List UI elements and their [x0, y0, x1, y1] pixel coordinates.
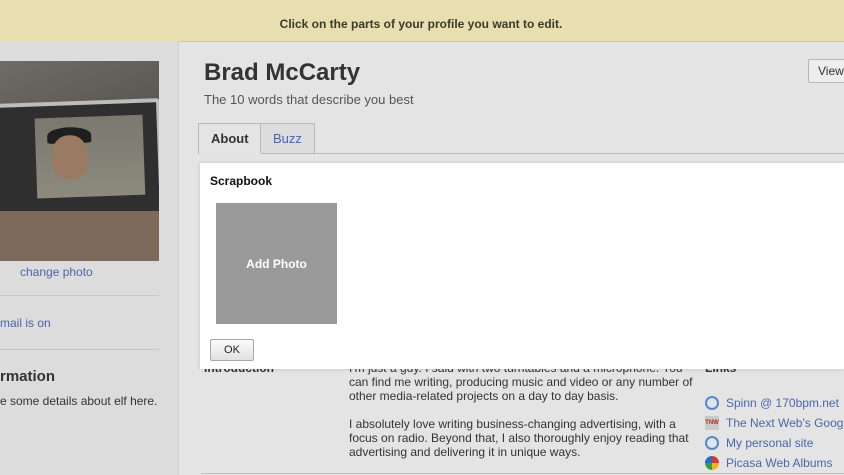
add-photo-button[interactable]: Add Photo — [216, 203, 337, 324]
information-text[interactable]: e some details about elf here. — [0, 394, 160, 408]
scrapbook-dialog: Scrapbook Add Photo OK — [200, 163, 844, 369]
link-item[interactable]: TNW The Next Web's Goog — [705, 413, 844, 433]
globe-icon — [705, 436, 719, 450]
introduction-text[interactable]: I'm just a guy. I said with two turntabl… — [349, 361, 694, 473]
add-photo-label: Add Photo — [246, 256, 307, 271]
globe-icon — [705, 396, 719, 410]
edit-notice-bar: Click on the parts of your profile you w… — [0, 0, 844, 42]
link-label: My personal site — [726, 436, 814, 450]
profile-tabs: About Buzz — [198, 123, 844, 154]
link-item[interactable]: My personal site — [705, 433, 844, 453]
edit-notice-text: Click on the parts of your profile you w… — [279, 16, 563, 31]
introduction-paragraph: I absolutely love writing business-chang… — [349, 417, 689, 459]
face-shape — [51, 134, 89, 180]
link-label: Picasa Web Albums — [726, 456, 833, 470]
profile-photo[interactable] — [0, 61, 159, 261]
information-heading[interactable]: rmation — [0, 368, 55, 385]
tab-buzz[interactable]: Buzz — [260, 123, 315, 153]
phone-screen — [34, 114, 146, 199]
tab-about[interactable]: About — [198, 123, 262, 154]
scrapbook-title: Scrapbook — [210, 174, 273, 188]
change-photo-link[interactable]: change photo — [20, 265, 93, 279]
left-sidebar: change photo mail is on rmation e some d… — [0, 41, 179, 475]
content-divider — [201, 473, 844, 474]
profile-tagline[interactable]: The 10 words that describe you best — [204, 92, 414, 107]
links-list: Spinn @ 170bpm.net TNW The Next Web's Go… — [705, 393, 844, 473]
phone-in-photo — [0, 98, 159, 222]
hand-shape — [0, 211, 159, 261]
link-item[interactable]: Spinn @ 170bpm.net — [705, 393, 844, 413]
ok-button[interactable]: OK — [210, 339, 254, 361]
link-item[interactable]: Picasa Web Albums — [705, 453, 844, 473]
sidebar-divider — [0, 295, 159, 296]
link-label: The Next Web's Goog — [726, 416, 844, 430]
profile-name[interactable]: Brad McCarty — [204, 59, 360, 87]
tnw-icon: TNW — [705, 416, 719, 430]
link-label: Spinn @ 170bpm.net — [726, 396, 839, 410]
picasa-icon — [705, 456, 719, 470]
view-profile-button[interactable]: View — [808, 59, 844, 83]
email-visibility-link[interactable]: mail is on — [0, 316, 51, 330]
sidebar-divider — [0, 349, 159, 350]
